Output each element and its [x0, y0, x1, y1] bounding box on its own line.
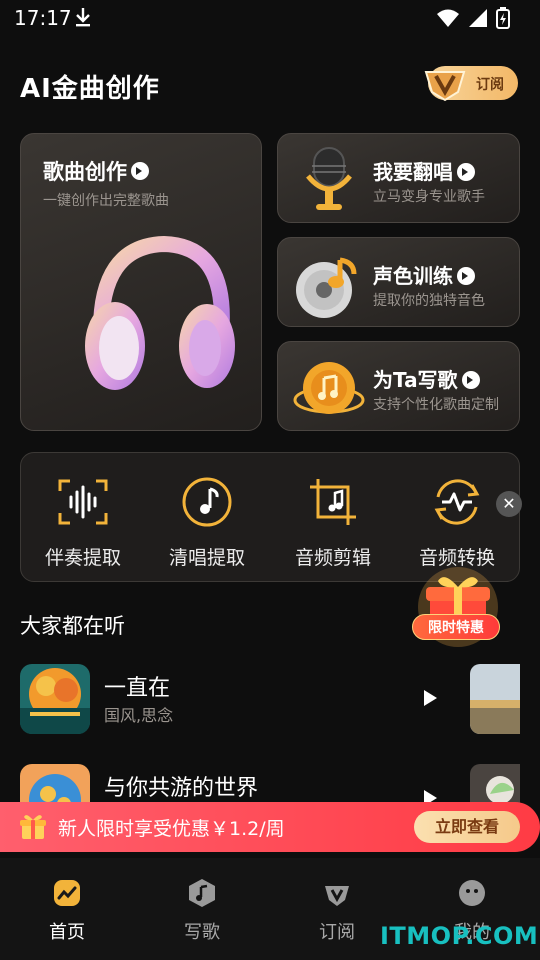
arrow-right-icon: [457, 266, 475, 285]
vinyl-note-illustration: [296, 257, 357, 318]
song-tags: 国风,思念: [104, 706, 174, 725]
profile-icon: [459, 880, 485, 906]
voice-training-title-row: 声色训练: [373, 260, 475, 289]
app-title: AI金曲创作: [20, 74, 160, 104]
tool-label: 清唱提取: [168, 547, 245, 569]
song-cover: [20, 664, 90, 734]
close-promo-button[interactable]: ✕: [496, 491, 522, 517]
subscribe-button[interactable]: 订阅: [424, 66, 518, 102]
headphones-illustration: [85, 235, 235, 390]
tool-audio-convert[interactable]: 音频转换: [397, 475, 517, 570]
voice-training-subtitle: 提取你的独特音色: [373, 293, 485, 309]
nav-write-song[interactable]: 写歌: [162, 878, 242, 944]
voice-training-card[interactable]: 声色训练 提取你的独特音色: [277, 237, 520, 327]
tool-label: 音频剪辑: [294, 547, 371, 569]
gift-icon: [20, 815, 46, 839]
tool-label: 伴奏提取: [44, 547, 121, 569]
convert-pulse-icon: [434, 479, 480, 525]
battery-charging-icon: [496, 7, 510, 29]
promo-thumbnail[interactable]: [470, 664, 520, 734]
write-for-ta-title-row: 为Ta写歌: [373, 364, 480, 393]
offer-text: 新人限时享受优惠￥1.2/周: [58, 818, 285, 840]
cover-song-card[interactable]: 我要翻唱 立马变身专业歌手: [277, 133, 520, 223]
crop-music-icon: [310, 479, 356, 525]
view-now-button[interactable]: 立即查看: [414, 811, 520, 843]
write-for-ta-card[interactable]: 为Ta写歌 支持个性化歌曲定制: [277, 341, 520, 431]
nav-label: 写歌: [184, 922, 220, 943]
cover-song-title: 我要翻唱: [373, 160, 453, 184]
play-icon[interactable]: [420, 688, 440, 708]
music-note-circle-icon: [182, 477, 232, 527]
subscribe-label: 订阅: [476, 77, 504, 93]
status-time: 17:17: [14, 6, 72, 30]
nav-subscribe[interactable]: 订阅: [297, 878, 377, 944]
download-icon: [76, 8, 90, 27]
vip-badge-icon: [424, 71, 466, 102]
microphone-illustration: [306, 147, 352, 210]
write-for-ta-subtitle: 支持个性化歌曲定制: [373, 397, 499, 413]
limited-offer-tag[interactable]: 限时特惠: [412, 614, 500, 640]
home-icon: [54, 880, 80, 906]
new-user-offer-banner[interactable]: 新人限时享受优惠￥1.2/周 立即查看: [0, 802, 540, 852]
song-title: 与你共游的世界: [104, 776, 259, 801]
status-bar: 17:17: [0, 0, 540, 40]
arrow-right-icon: [131, 162, 149, 180]
tool-accompaniment-extract[interactable]: 伴奏提取: [23, 475, 143, 570]
arrow-right-icon: [457, 162, 475, 181]
nav-home[interactable]: 首页: [27, 878, 107, 944]
song-creation-title: 歌曲创作: [43, 160, 127, 184]
song-title: 一直在: [104, 676, 171, 701]
song-creation-title-row: 歌曲创作: [43, 156, 149, 186]
write-for-ta-title: 为Ta写歌: [373, 368, 458, 392]
music-coin-illustration: [293, 362, 365, 414]
waveform-icon: [58, 479, 108, 525]
watermark: ITMOP.COM: [380, 922, 539, 950]
status-icons: [436, 7, 510, 29]
song-item[interactable]: 一直在 国风,思念: [0, 664, 540, 744]
cover-song-subtitle: 立马变身专业歌手: [373, 189, 485, 205]
signal-icon: [469, 9, 487, 27]
voice-training-title: 声色训练: [373, 264, 453, 288]
nav-label: 首页: [49, 922, 85, 943]
song-creation-subtitle: 一键创作出完整歌曲: [43, 193, 169, 209]
section-title: 大家都在听: [20, 614, 125, 638]
tool-audio-edit[interactable]: 音频剪辑: [273, 475, 393, 570]
cover-song-title-row: 我要翻唱: [373, 156, 475, 185]
gift-box-icon[interactable]: [410, 563, 506, 659]
wifi-icon: [437, 9, 459, 27]
nav-label: 订阅: [319, 922, 355, 943]
vip-icon: [325, 886, 349, 906]
tool-vocal-extract[interactable]: 清唱提取: [147, 475, 267, 570]
song-creation-card[interactable]: 歌曲创作 一键创作出完整歌曲: [20, 133, 262, 431]
music-note-icon: [189, 879, 215, 907]
arrow-right-icon: [461, 370, 480, 389]
